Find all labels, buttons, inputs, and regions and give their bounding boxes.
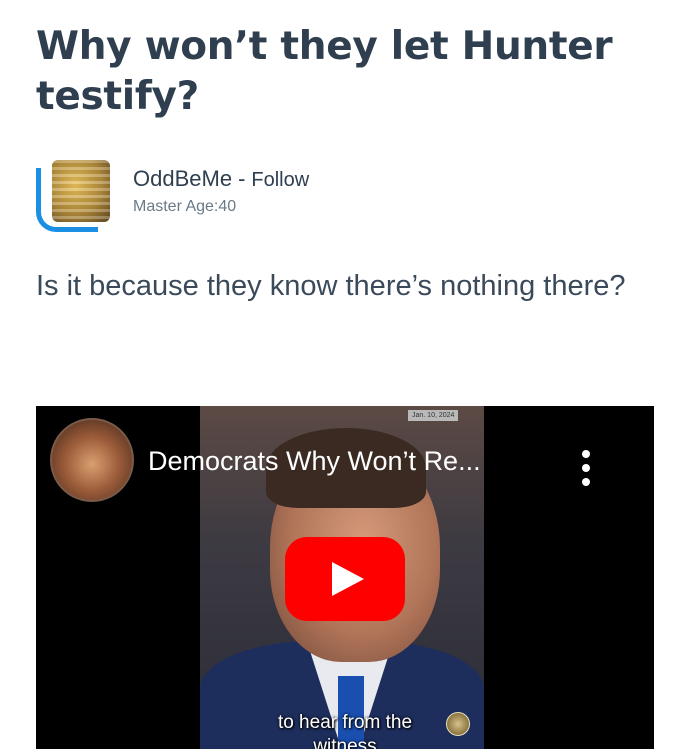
menu-dot <box>582 450 590 458</box>
video-caption-line1: to hear from the <box>277 712 413 733</box>
youtube-play-icon[interactable] <box>285 537 405 621</box>
author-meta: Master Age:40 <box>133 198 237 215</box>
video-embed[interactable]: Jan. 10, 2024 Democrats Why Won’t Re... … <box>36 406 654 749</box>
avatar-image <box>52 160 110 222</box>
author-separator: - <box>238 166 246 191</box>
video-caption-line2: witness <box>313 736 377 749</box>
video-title[interactable]: Democrats Why Won’t Re... <box>148 446 481 477</box>
seal-icon <box>446 712 470 736</box>
channel-avatar[interactable] <box>50 418 134 502</box>
menu-dot <box>582 478 590 486</box>
menu-dot <box>582 464 590 472</box>
video-date-tag: Jan. 10, 2024 <box>408 410 459 421</box>
author-line: OddBeMe - Follow <box>133 166 309 192</box>
post-title: Why won’t they let Hunter testify? <box>36 24 613 119</box>
follow-button[interactable]: Follow <box>251 169 309 191</box>
more-vert-icon[interactable] <box>579 450 593 486</box>
avatar[interactable] <box>36 158 112 234</box>
author-name[interactable]: OddBeMe <box>133 166 232 191</box>
post-body: Is it because they know there’s nothing … <box>36 270 626 302</box>
author-row: OddBeMe - Follow Master Age:40 <box>36 158 656 238</box>
play-triangle <box>332 562 364 596</box>
